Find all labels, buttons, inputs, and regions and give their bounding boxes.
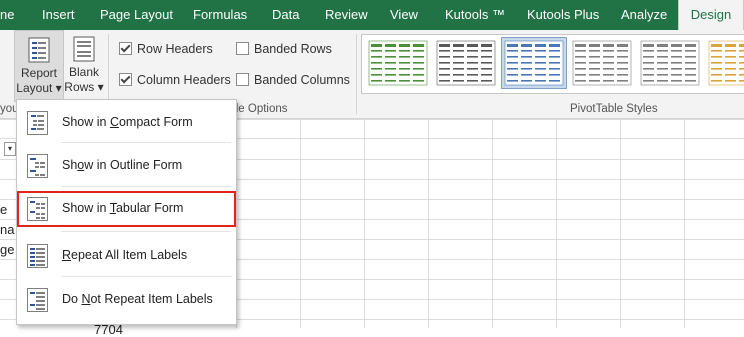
tab-insert[interactable]: Insert (42, 0, 82, 30)
report-layout-menu: Show in Compact Form Show in Outline For… (16, 99, 237, 325)
column-gridline (492, 119, 493, 328)
tab-design[interactable]: Design (678, 0, 744, 30)
report-layout-icon (28, 37, 50, 63)
pivot-style-thumb-6[interactable] (706, 38, 744, 88)
menu-item-repeat-all-item-labels[interactable]: Repeat All Item Labels (17, 238, 236, 274)
cell-text-fragment: e (0, 202, 8, 217)
row-headers-checkbox[interactable]: Row Headers (119, 42, 213, 56)
outline-form-icon (27, 154, 48, 178)
menu-item-show-outline-form[interactable]: Show in Outline Form (17, 148, 236, 184)
column-headers-checkbox[interactable]: Column Headers (119, 73, 231, 87)
ribbon-tab-bar: ne Insert Page Layout Formulas Data Revi… (0, 0, 744, 30)
report-layout-label-2: Layout ▾ (16, 81, 62, 95)
menu-item-label: Show in Outline Form (62, 158, 183, 172)
report-layout-label-1: Report (20, 66, 58, 80)
column-gridline (620, 119, 621, 328)
column-gridline (556, 119, 557, 328)
menu-item-label: Show in Tabular Form (62, 201, 184, 215)
tab-formulas[interactable]: Formulas (193, 0, 249, 30)
menu-item-label: Repeat All Item Labels (62, 248, 188, 262)
tab-view[interactable]: View (390, 0, 420, 30)
dropdown-arrow-icon: ▾ (55, 81, 62, 95)
blank-rows-button[interactable]: Blank Rows ▾ (64, 30, 104, 100)
menu-separator (61, 276, 231, 277)
menu-item-label: Show in Compact Form (62, 115, 193, 129)
checkbox-unchecked-icon (236, 42, 249, 55)
tab-kutools-plus[interactable]: Kutools Plus (527, 0, 599, 30)
pivot-style-thumb-2[interactable] (434, 38, 498, 88)
cell-text-fragment: na (0, 222, 15, 237)
pivottable-styles-group-label: PivotTable Styles (570, 103, 658, 115)
blank-rows-label-1: Blank (68, 65, 100, 79)
tab-page-layout[interactable]: Page Layout (100, 0, 173, 30)
report-layout-button[interactable]: Report Layout ▾ (14, 30, 64, 102)
blank-rows-icon (73, 36, 95, 62)
repeat-labels-icon (27, 244, 48, 268)
cell-text-fragment: ge (0, 242, 15, 257)
blank-rows-label-2: Rows ▾ (64, 80, 104, 94)
menu-item-do-not-repeat-item-labels[interactable]: Do Not Repeat Item Labels (17, 282, 236, 318)
menu-separator (61, 186, 231, 187)
tab-kutools[interactable]: Kutools ™ (445, 0, 505, 30)
checkbox-checked-icon (119, 42, 132, 55)
tab-review[interactable]: Review (325, 0, 368, 30)
menu-separator (61, 142, 231, 143)
pivot-style-thumb-1[interactable] (366, 38, 430, 88)
tabular-form-icon (27, 197, 48, 221)
checkbox-unchecked-icon (236, 73, 249, 86)
style-options-group-label: yle Options (230, 103, 288, 115)
menu-separator (61, 231, 231, 232)
pivot-style-thumb-3[interactable] (501, 37, 567, 89)
compact-form-icon (27, 111, 48, 135)
menu-item-show-compact-form[interactable]: Show in Compact Form (17, 105, 236, 141)
column-gridline (428, 119, 429, 328)
dropdown-arrow-icon: ▾ (97, 80, 104, 94)
column-gridline (684, 119, 685, 328)
menu-item-show-tabular-form[interactable]: Show in Tabular Form (17, 191, 236, 227)
pivot-style-thumb-4[interactable] (570, 38, 634, 88)
checkbox-checked-icon (119, 73, 132, 86)
tab-home[interactable]: ne (0, 0, 18, 30)
banded-columns-checkbox[interactable]: Banded Columns (236, 73, 350, 87)
tab-data[interactable]: Data (272, 0, 300, 30)
no-repeat-labels-icon (27, 288, 48, 312)
group-separator (356, 34, 357, 114)
filter-dropdown-icon[interactable]: ▾ (4, 142, 16, 156)
column-gridline (300, 119, 301, 328)
pivot-style-thumb-5[interactable] (638, 38, 702, 88)
menu-item-label: Do Not Repeat Item Labels (62, 292, 213, 306)
banded-rows-checkbox[interactable]: Banded Rows (236, 42, 332, 56)
column-gridline (364, 119, 365, 328)
tab-analyze[interactable]: Analyze (621, 0, 667, 30)
pivottable-styles-gallery (361, 34, 744, 94)
